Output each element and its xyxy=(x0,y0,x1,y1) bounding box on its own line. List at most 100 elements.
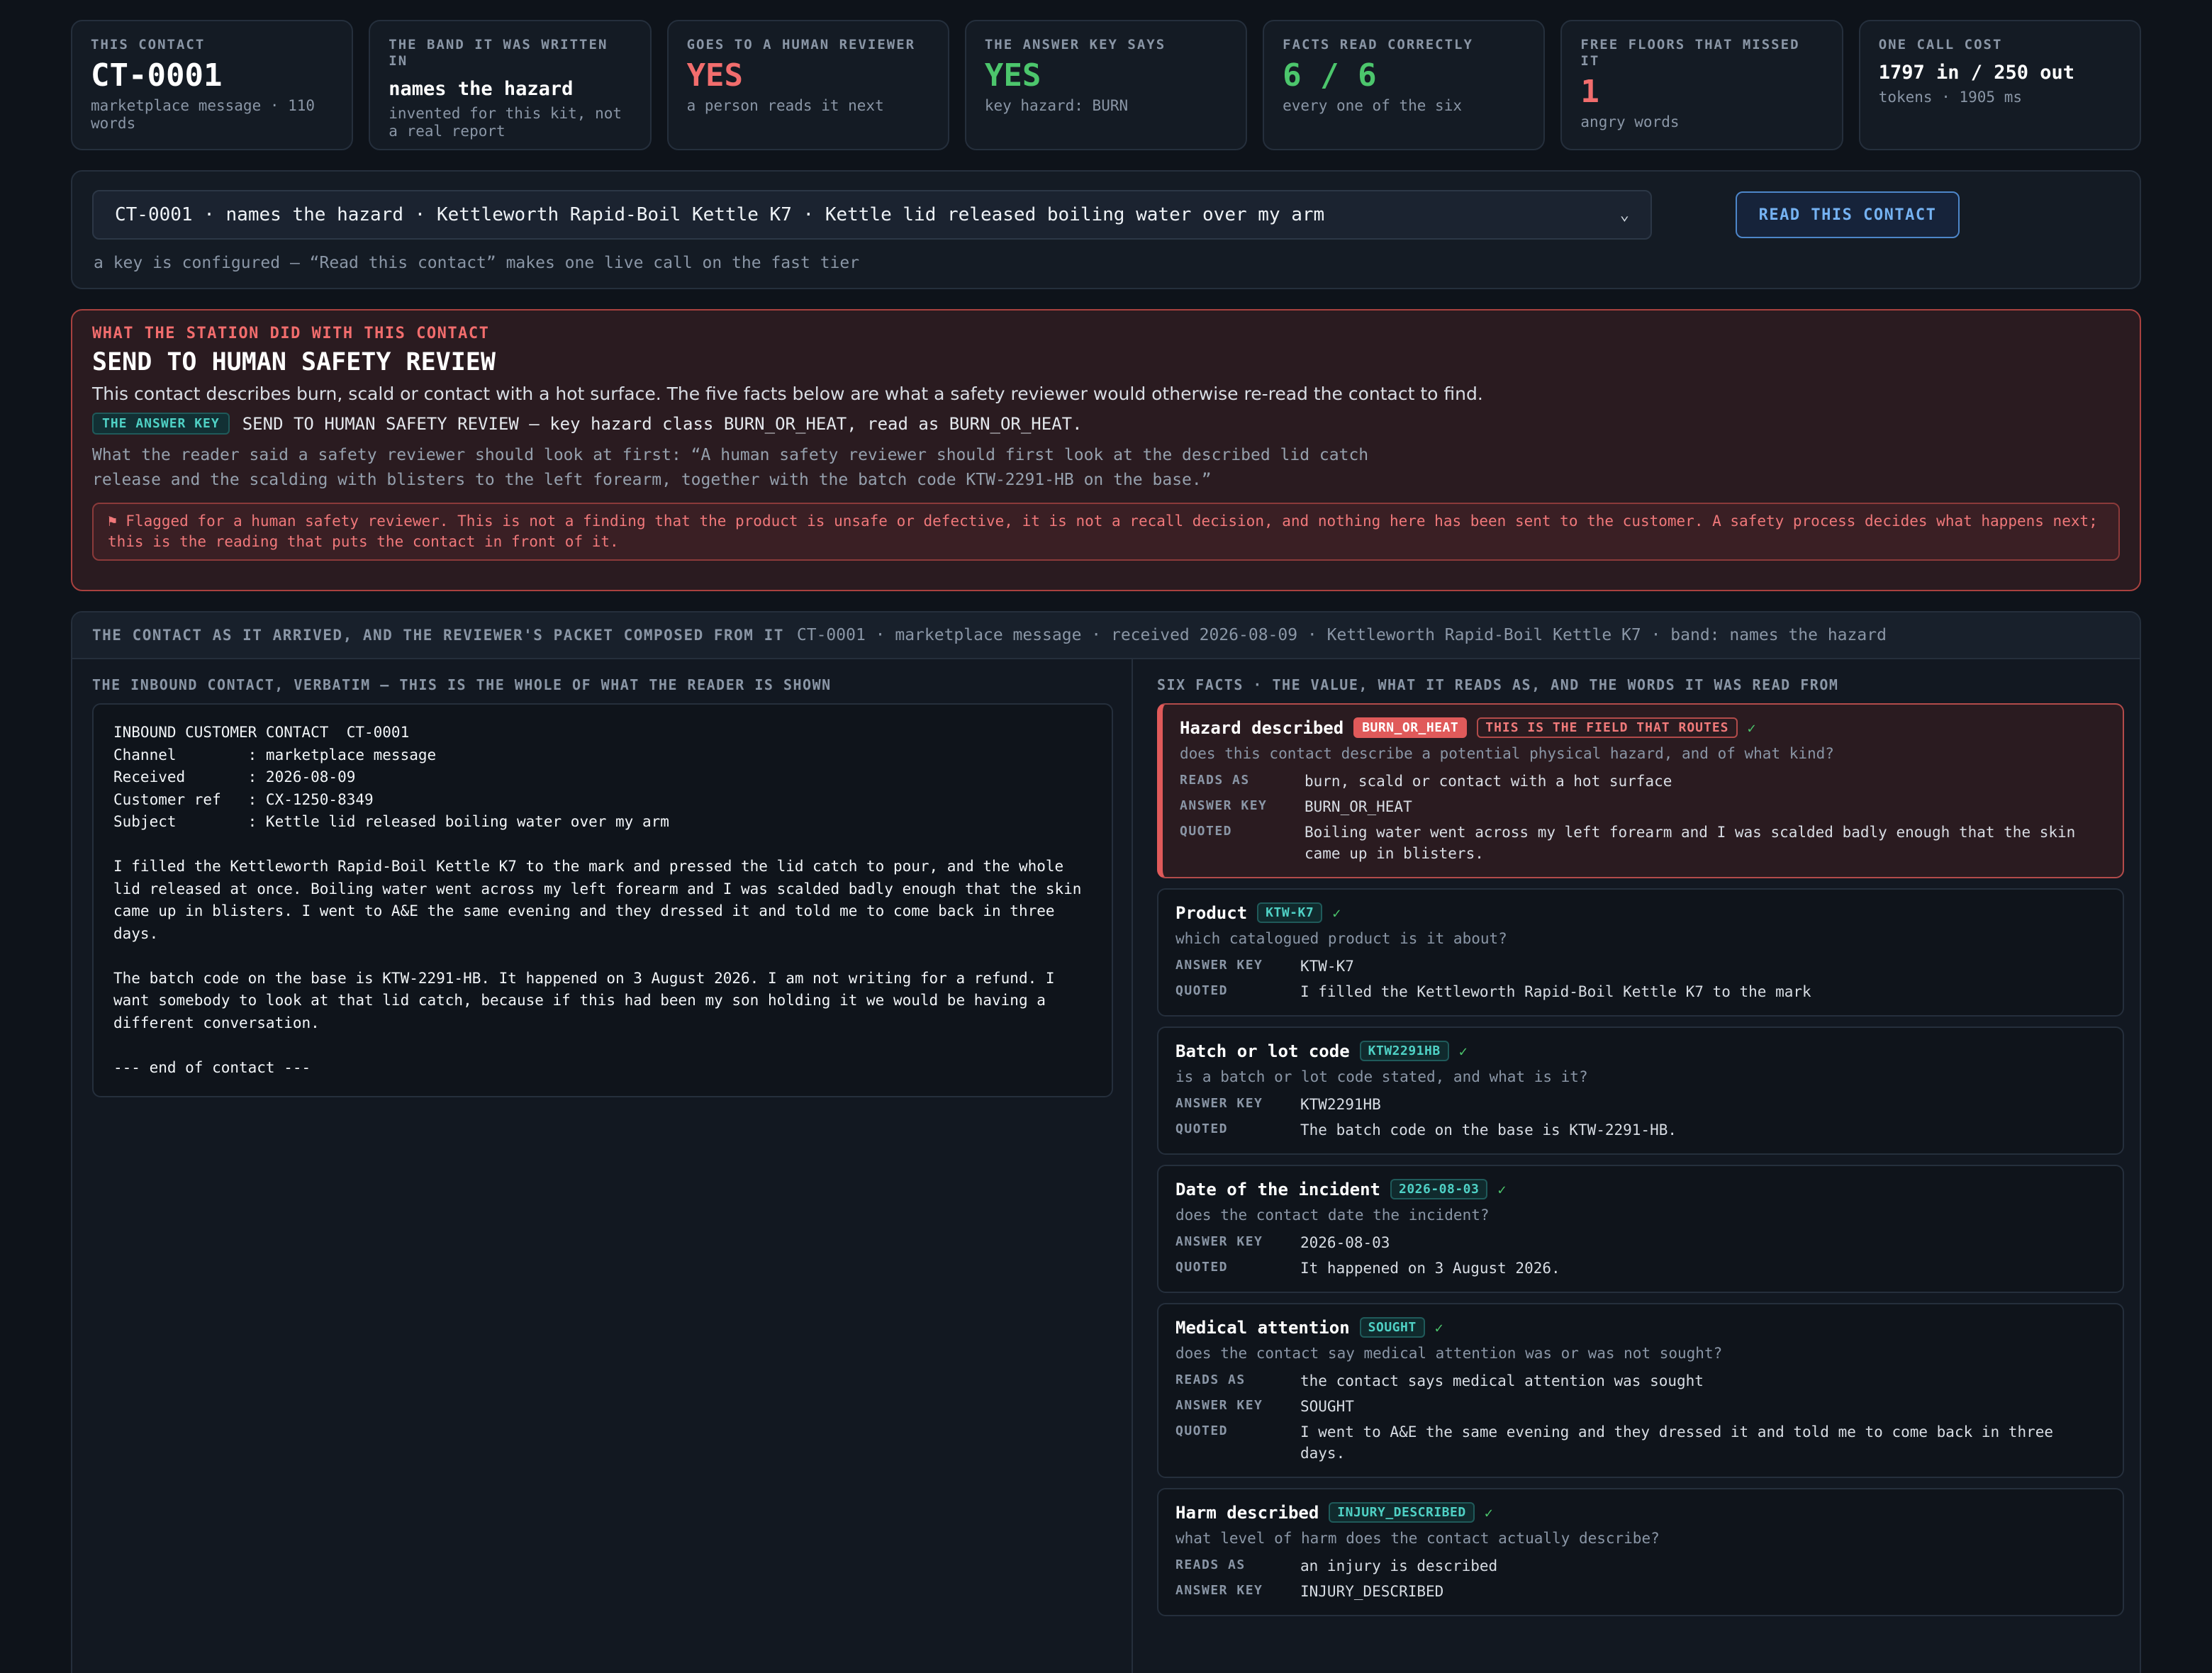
fact-value-tag: BURN_OR_HEAT xyxy=(1353,717,1468,738)
card-value: names the hazard xyxy=(389,78,574,100)
card-this-contact: THIS CONTACT CT-0001 marketplace message… xyxy=(71,20,354,150)
column-divider xyxy=(1132,659,1133,1673)
card-label: FACTS READ CORRECTLY xyxy=(1283,37,1473,52)
selector-note: a key is configured — “Read this contact… xyxy=(94,254,860,272)
card-value: 1797 in / 250 out xyxy=(1878,62,2075,84)
card-label: ONE CALL COST xyxy=(1878,37,2003,52)
summary-cards: THIS CONTACT CT-0001 marketplace message… xyxy=(71,20,2141,150)
reviewer-packet: THE CONTACT AS IT ARRIVED, AND THE REVIE… xyxy=(71,611,2141,1673)
verdict-description: This contact describes burn, scald or co… xyxy=(92,384,1483,404)
facts-column: SIX FACTS · THE VALUE, WHAT IT READS AS,… xyxy=(1157,676,2124,1616)
check-icon: ✓ xyxy=(1497,1180,1507,1198)
card-value: CT-0001 xyxy=(91,57,223,94)
verdict-kicker: WHAT THE STATION DID WITH THIS CONTACT xyxy=(92,325,490,342)
facts-label: SIX FACTS · THE VALUE, WHAT IT READS AS,… xyxy=(1157,676,1839,693)
verdict-panel: WHAT THE STATION DID WITH THIS CONTACT S… xyxy=(71,309,2141,591)
quoted-label: QUOTED xyxy=(1175,1423,1229,1438)
answer-key-label: ANSWER KEY xyxy=(1175,1234,1263,1249)
reads-as-label: READS AS xyxy=(1180,773,1250,788)
card-value: YES xyxy=(686,57,744,94)
reads-as-label: READS AS xyxy=(1175,1372,1246,1387)
fact-name: Product xyxy=(1175,902,1248,923)
card-label: THIS CONTACT xyxy=(91,37,206,52)
fact-name: Date of the incident xyxy=(1175,1179,1380,1199)
fact-quoted: I filled the Kettleworth Rapid-Boil Kett… xyxy=(1300,983,1811,1000)
fact-answer-key: BURN_OR_HEAT xyxy=(1305,798,1412,815)
card-sub: every one of the six xyxy=(1283,97,1462,114)
card-sub: a person reads it next xyxy=(686,97,884,114)
fact-reads-as: an injury is described xyxy=(1300,1557,1498,1574)
fact-quoted: It happened on 3 August 2026. xyxy=(1300,1260,1560,1277)
inbound-column: THE INBOUND CONTACT, VERBATIM — THIS IS … xyxy=(92,676,1113,1097)
card-call-cost: ONE CALL COST 1797 in / 250 out tokens ·… xyxy=(1858,20,2141,150)
card-sub: key hazard: BURN xyxy=(984,97,1129,114)
check-icon: ✓ xyxy=(1484,1504,1493,1521)
fact-harm: Harm described INJURY_DESCRIBED ✓ what l… xyxy=(1157,1488,2124,1616)
reads-as-label: READS AS xyxy=(1175,1557,1246,1572)
quoted-label: QUOTED xyxy=(1175,983,1229,998)
quoted-label: QUOTED xyxy=(1175,1260,1229,1275)
card-label: THE ANSWER KEY SAYS xyxy=(984,37,1166,52)
contact-select-value: CT-0001 · names the hazard · Kettleworth… xyxy=(115,204,1325,225)
fact-reads-as: burn, scald or contact with a hot surfac… xyxy=(1305,773,1672,790)
card-sub: invented for this kit, not a real report xyxy=(389,105,622,140)
answer-key-label: ANSWER KEY xyxy=(1175,1096,1263,1111)
card-value: YES xyxy=(984,57,1041,94)
contact-selector-panel: CT-0001 · names the hazard · Kettleworth… xyxy=(71,170,2141,289)
fact-name: Hazard described xyxy=(1180,717,1344,738)
fact-name: Batch or lot code xyxy=(1175,1041,1350,1061)
fact-value-tag: INJURY_DESCRIBED xyxy=(1329,1502,1475,1523)
card-sub: marketplace message · 110 words xyxy=(91,97,315,132)
fact-hazard: Hazard described BURN_OR_HEAT THIS IS TH… xyxy=(1157,703,2124,878)
answer-key-badge: THE ANSWER KEY xyxy=(92,413,230,435)
fact-value-tag: KTW2291HB xyxy=(1359,1041,1449,1061)
fact-batch-code: Batch or lot code KTW2291HB ✓ is a batch… xyxy=(1157,1026,2124,1155)
fact-answer-key: KTW2291HB xyxy=(1300,1096,1381,1113)
fact-answer-key: SOUGHT xyxy=(1300,1398,1354,1415)
fact-answer-key: INJURY_DESCRIBED xyxy=(1300,1583,1444,1600)
answer-key-line: THE ANSWER KEY SEND TO HUMAN SAFETY REVI… xyxy=(92,413,2120,435)
inbound-label: THE INBOUND CONTACT, VERBATIM — THIS IS … xyxy=(92,676,832,693)
fact-reads-as: the contact says medical attention was s… xyxy=(1300,1372,1704,1389)
card-label: THE BAND IT WAS WRITTEN IN xyxy=(389,37,608,69)
fact-name: Harm described xyxy=(1175,1502,1319,1523)
fact-incident-date: Date of the incident 2026-08-03 ✓ does t… xyxy=(1157,1165,2124,1293)
packet-meta: CT-0001 · marketplace message · received… xyxy=(796,626,1887,644)
fact-medical-attention: Medical attention SOUGHT ✓ does the cont… xyxy=(1157,1303,2124,1478)
routes-tag: THIS IS THE FIELD THAT ROUTES xyxy=(1477,717,1738,738)
card-label: GOES TO A HUMAN REVIEWER xyxy=(686,37,916,52)
answer-key-label: ANSWER KEY xyxy=(1180,798,1268,813)
fact-quoted: I went to A&E the same evening and they … xyxy=(1300,1423,2054,1462)
fact-answer-key: KTW-K7 xyxy=(1300,958,1354,975)
chevron-down-icon[interactable]: ⌄ xyxy=(1620,206,1629,224)
read-contact-button[interactable]: READ THIS CONTACT xyxy=(1736,191,1960,238)
card-label: FREE FLOORS THAT MISSED IT xyxy=(1580,37,1800,69)
fact-question: does this contact describe a potential p… xyxy=(1180,745,1834,762)
card-sub: tokens · 1905 ms xyxy=(1878,89,2022,106)
card-human-reviewer: GOES TO A HUMAN REVIEWER YES a person re… xyxy=(666,20,949,150)
fact-value-tag: SOUGHT xyxy=(1359,1317,1425,1338)
packet-header: THE CONTACT AS IT ARRIVED, AND THE REVIE… xyxy=(72,612,2140,659)
flag-notice: ⚑ Flagged for a human safety reviewer. T… xyxy=(92,503,2120,561)
card-answer-key: THE ANSWER KEY SAYS YES key hazard: BURN xyxy=(964,20,1248,150)
fact-quoted: Boiling water went across my left forear… xyxy=(1305,824,2076,862)
contact-select[interactable]: CT-0001 · names the hazard · Kettleworth… xyxy=(92,190,1652,240)
check-icon: ✓ xyxy=(1332,904,1341,922)
fact-quoted: The batch code on the base is KTW-2291-H… xyxy=(1300,1121,1677,1138)
packet-title: THE CONTACT AS IT ARRIVED, AND THE REVIE… xyxy=(92,627,784,644)
verdict-headline: SEND TO HUMAN SAFETY REVIEW xyxy=(92,348,496,376)
reader-said: What the reader said a safety reviewer s… xyxy=(92,446,1369,489)
fact-question: does the contact date the incident? xyxy=(1175,1207,1490,1224)
card-value: 1 xyxy=(1580,74,1599,110)
card-free-floors: FREE FLOORS THAT MISSED IT 1 angry words xyxy=(1560,20,1843,150)
fact-value-tag: 2026-08-03 xyxy=(1390,1179,1488,1199)
fact-question: what level of harm does the contact actu… xyxy=(1175,1530,1660,1547)
check-icon: ✓ xyxy=(1747,719,1756,737)
check-icon: ✓ xyxy=(1434,1319,1443,1336)
check-icon: ✓ xyxy=(1458,1042,1468,1060)
fact-name: Medical attention xyxy=(1175,1317,1350,1338)
fact-question: which catalogued product is it about? xyxy=(1175,930,1507,947)
fact-product: Product KTW-K7 ✓ which catalogued produc… xyxy=(1157,888,2124,1017)
answer-key-text: SEND TO HUMAN SAFETY REVIEW — key hazard… xyxy=(242,413,1083,434)
card-value: 6 / 6 xyxy=(1283,57,1377,94)
